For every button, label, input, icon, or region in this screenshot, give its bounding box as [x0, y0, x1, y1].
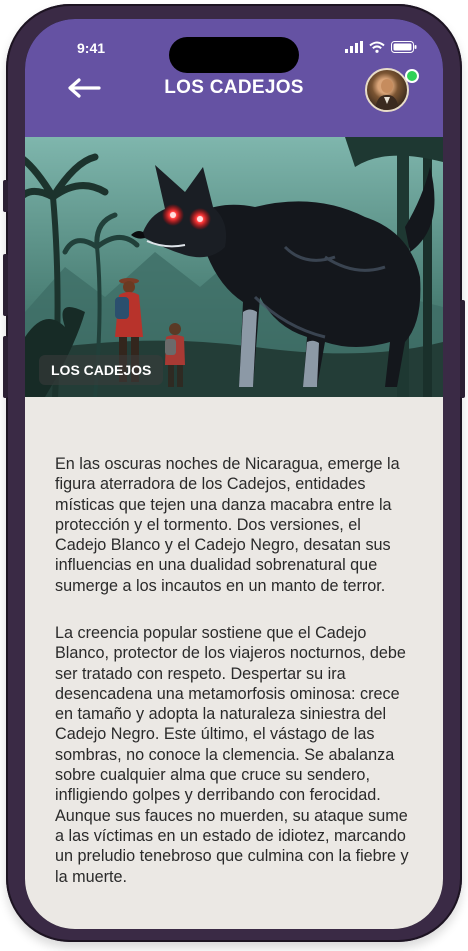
avatar-person-icon	[375, 79, 399, 110]
article-paragraph-1: En las oscuras noches de Nicaragua, emer…	[55, 455, 400, 595]
power-button	[460, 300, 465, 398]
avatar[interactable]	[365, 68, 409, 112]
volume-down-button	[3, 336, 8, 398]
screen: 9:41 LOS CADEJOS LOS CADEJOS En las oscu…	[25, 19, 443, 929]
hero-caption: LOS CADEJOS	[39, 355, 164, 385]
page-title: LOS CADEJOS	[164, 77, 304, 98]
volume-up-button	[3, 254, 8, 316]
dynamic-island	[169, 37, 299, 73]
back-arrow-icon	[68, 78, 101, 98]
online-status-dot	[405, 69, 419, 83]
app-header: 9:41 LOS CADEJOS	[25, 19, 443, 137]
article-content: En las oscuras noches de Nicaragua, emer…	[25, 397, 443, 929]
hero-image: LOS CADEJOS	[25, 137, 443, 397]
back-button[interactable]	[67, 77, 107, 101]
signal-icon	[345, 41, 363, 53]
wifi-icon	[369, 41, 385, 53]
article-paragraph-2: La creencia popular sostiene que el Cade…	[55, 624, 409, 886]
status-icons	[345, 41, 417, 53]
side-button	[3, 180, 8, 212]
battery-icon	[391, 41, 417, 53]
status-time: 9:41	[77, 40, 106, 56]
